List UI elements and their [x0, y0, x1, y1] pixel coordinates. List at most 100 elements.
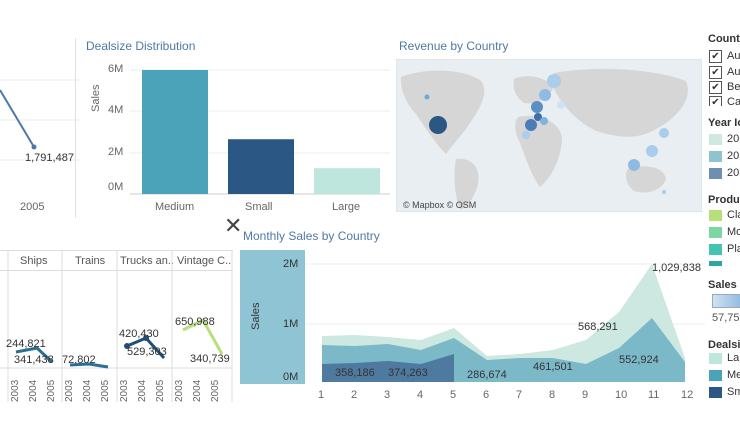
monthly-value-label: 552,924 — [619, 354, 659, 366]
country-filter-item[interactable]: ✔ Au — [709, 50, 740, 64]
month-tick: 7 — [516, 389, 523, 401]
dealsize-bar-small[interactable] — [228, 139, 294, 194]
year-tick: 2004 — [137, 379, 148, 402]
country-filter-item[interactable]: ✔ Au — [709, 66, 740, 80]
year-tick: 2003 — [64, 379, 75, 402]
bubble-uk[interactable] — [531, 101, 543, 113]
bubble-usa[interactable] — [429, 116, 447, 134]
dealsize-ytick: 4M — [108, 104, 124, 116]
dealsize-xlabel-small: Small — [245, 201, 273, 213]
product-value-label: 341,438 — [14, 354, 54, 366]
monthly-value-label: 358,186 — [335, 367, 375, 379]
product-legend-item[interactable]: Pla — [709, 243, 740, 257]
year-legend-item[interactable]: 20 — [709, 133, 740, 147]
month-tick: 10 — [615, 389, 628, 401]
year-legend-title: Year Io — [708, 117, 740, 129]
monthly-value-label: 1,029,838 — [652, 262, 701, 274]
partial-series-line — [0, 89, 35, 148]
country-filter-item[interactable]: ✔ Be — [709, 81, 740, 95]
dealsize-legend-item[interactable]: Me — [709, 369, 740, 383]
dealsize-plot — [130, 69, 390, 195]
month-tick: 12 — [681, 389, 694, 401]
month-tick: 8 — [549, 389, 556, 401]
monthly-title: Monthly Sales by Country — [243, 229, 380, 243]
dealsize-xlabel-medium: Medium — [155, 201, 195, 213]
dealsize-legend-item[interactable]: Sm — [709, 386, 740, 400]
dealsize-ytick: 6M — [108, 63, 124, 75]
monthly-value-label: 568,291 — [578, 321, 618, 333]
sales-legend-title: Sales — [708, 279, 737, 291]
bubble-norway[interactable] — [547, 74, 561, 88]
dealsize-legend-title: Dealsi — [708, 339, 740, 351]
year-tick: 2004 — [192, 379, 203, 402]
partial-data-point — [31, 144, 37, 150]
monthly-value-label: 461,501 — [533, 361, 573, 373]
product-value-label: 420,430 — [119, 328, 159, 340]
month-tick: 9 — [582, 389, 589, 401]
dealsize-ylabel: Sales — [90, 84, 102, 112]
year-tick: 2003 — [174, 379, 185, 402]
product-value-label: 529,303 — [127, 346, 167, 358]
bubble-japan[interactable] — [659, 128, 669, 138]
partial-line-chart — [0, 79, 80, 161]
monthly-ytick: 0M — [283, 371, 299, 383]
monthly-ylabel: Sales — [250, 302, 262, 330]
year-tick: 2003 — [119, 379, 130, 402]
product-legend-item[interactable]: Cla — [709, 209, 740, 223]
checkbox-icon[interactable]: ✔ — [709, 50, 722, 63]
bubble-canada[interactable] — [424, 94, 430, 100]
month-tick: 3 — [384, 389, 391, 401]
product-value-label: 72,802 — [62, 354, 96, 366]
product-value-label: 650,988 — [175, 316, 215, 328]
month-tick: 4 — [417, 389, 424, 401]
dealsize-bar-medium[interactable] — [142, 70, 208, 194]
month-tick: 6 — [483, 389, 490, 401]
product-value-label: 244,821 — [6, 338, 46, 350]
monthly-ytick: 1M — [283, 318, 299, 330]
bubble-france[interactable] — [525, 119, 537, 131]
bubble-spain[interactable] — [522, 131, 530, 139]
dealsize-xlabel-large: Large — [332, 201, 361, 213]
monthly-value-label: 286,674 — [467, 369, 507, 381]
close-icon[interactable]: ✕ — [224, 215, 242, 237]
world-map[interactable] — [396, 59, 702, 212]
bubble-switzerland[interactable] — [540, 117, 548, 125]
bubble-australia[interactable] — [662, 190, 666, 194]
checkbox-icon[interactable]: ✔ — [709, 81, 722, 94]
year-tick: 2005 — [100, 379, 111, 402]
month-tick: 1 — [318, 389, 325, 401]
dealsize-ytick: 2M — [108, 146, 124, 158]
dealsize-title: Dealsize Distribution — [86, 39, 196, 53]
bubble-philippines[interactable] — [646, 145, 658, 157]
month-tick: 5 — [450, 389, 457, 401]
bubble-singapore[interactable] — [628, 159, 640, 171]
divider — [75, 38, 76, 218]
sales-color-ramp — [712, 294, 740, 308]
year-tick: 2005 — [155, 379, 166, 402]
year-legend-item[interactable]: 20 — [709, 167, 740, 181]
partial-axis-year: 2005 — [20, 201, 45, 213]
bubble-sweden[interactable] — [539, 89, 551, 101]
monthly-value-label: 374,263 — [388, 367, 428, 379]
checkbox-icon[interactable]: ✔ — [709, 96, 722, 106]
country-legend-title: Countr — [708, 33, 740, 45]
year-tick: 2004 — [28, 379, 39, 402]
sales-legend-value: 57,75 — [712, 312, 740, 324]
map-credit: © Mapbox © OSM — [403, 200, 477, 210]
dealsize-bar-large[interactable] — [314, 168, 380, 194]
dealsize-legend-item[interactable]: La — [709, 352, 740, 366]
year-tick: 2003 — [10, 379, 21, 402]
monthly-ytick: 2M — [283, 258, 299, 270]
year-legend-item[interactable]: 20 — [709, 150, 740, 164]
product-value-label: 340,739 — [190, 353, 230, 365]
month-tick: 11 — [648, 389, 660, 401]
month-tick: 2 — [351, 389, 358, 401]
checkbox-icon[interactable]: ✔ — [709, 66, 722, 79]
map-title: Revenue by Country — [399, 39, 509, 53]
product-legend-item[interactable]: Mo — [709, 226, 740, 240]
year-tick: 2004 — [82, 379, 93, 402]
country-filter-item[interactable]: ✔ Ca — [709, 96, 740, 106]
bubble-finland[interactable] — [557, 101, 565, 109]
product-legend-item[interactable] — [709, 260, 740, 266]
year-tick: 2005 — [46, 379, 57, 402]
